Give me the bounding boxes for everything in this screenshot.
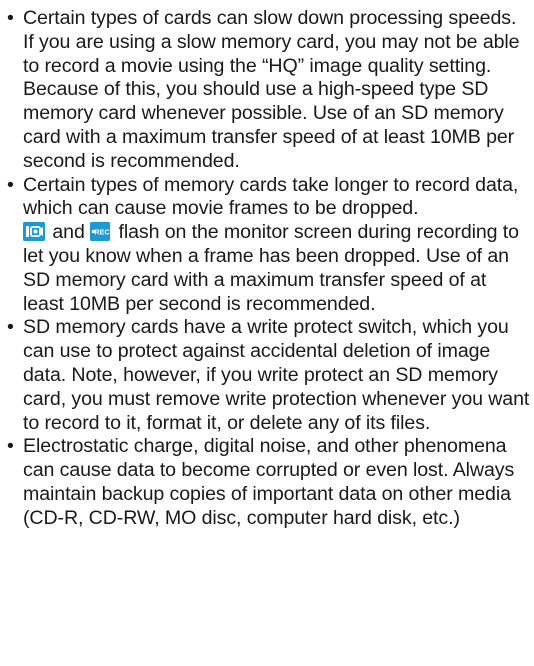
movie-mode-icon (23, 222, 45, 242)
rec-icon: REC (90, 222, 111, 242)
document-page: • Certain types of cards can slow down p… (5, 7, 530, 531)
list-item: • Certain types of cards can slow down p… (5, 7, 530, 174)
paragraph-text: Certain types of memory cards take longe… (23, 173, 519, 220)
bullet-marker: • (7, 435, 14, 458)
between-icons-text: and (52, 221, 85, 244)
paragraph-text: Electrostatic charge, digital noise, and… (23, 435, 515, 529)
bullet-marker: • (7, 173, 14, 196)
bullet-list: • Certain types of cards can slow down p… (5, 7, 530, 531)
svg-text:REC: REC (95, 227, 110, 236)
list-item: • Certain types of memory cards take lon… (5, 174, 530, 317)
paragraph-text: Certain types of cards can slow down pro… (23, 7, 520, 172)
bullet-marker: • (7, 7, 14, 29)
paragraph-text: SD memory cards have a write protect swi… (23, 316, 530, 434)
list-item: • SD memory cards have a write protect s… (5, 316, 530, 435)
bullet-marker: • (7, 316, 14, 339)
list-item: • Electrostatic charge, digital noise, a… (5, 435, 530, 530)
